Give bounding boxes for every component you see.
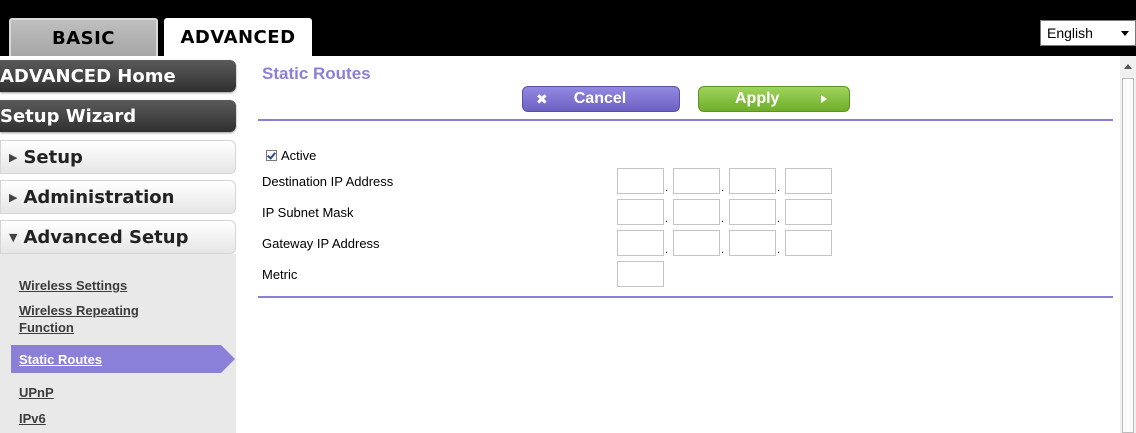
- subnet-mask-octet-4[interactable]: [785, 199, 832, 225]
- divider-top: [258, 119, 1113, 121]
- scrollbar-thumb[interactable]: [1122, 78, 1134, 433]
- sidebar-item-advanced-home[interactable]: ADVANCED Home: [0, 60, 236, 92]
- subnet-mask-octet-2[interactable]: [673, 199, 720, 225]
- subnet-mask-octet-1[interactable]: [617, 199, 664, 225]
- submenu-link-ipv6[interactable]: IPv6: [19, 411, 46, 426]
- destination-ip-octet-1[interactable]: [617, 168, 664, 194]
- submenu-link-wireless-settings[interactable]: Wireless Settings: [19, 278, 127, 293]
- arrow-right-icon: [821, 95, 827, 103]
- sidebar-item-label: Administration: [23, 186, 175, 208]
- ip-separator: .: [665, 182, 669, 194]
- active-row: Active: [266, 147, 316, 163]
- ip-separator: .: [721, 244, 725, 256]
- sidebar-item-label: ADVANCED Home: [0, 65, 176, 87]
- scrollbar[interactable]: [1120, 56, 1136, 433]
- subnet-mask-label: IP Subnet Mask: [262, 205, 354, 220]
- metric-input[interactable]: [617, 261, 664, 287]
- triangle-right-icon: ▶: [9, 190, 18, 204]
- main-content: Static Routes ✖ Cancel Apply Active Dest…: [258, 56, 1120, 433]
- metric-label: Metric: [262, 267, 298, 282]
- gateway-ip-octet-2[interactable]: [673, 230, 720, 256]
- ip-separator: .: [721, 213, 725, 225]
- submenu-link-static-routes[interactable]: Static Routes: [19, 352, 102, 367]
- submenu-link-upnp[interactable]: UPnP: [19, 385, 54, 400]
- language-select[interactable]: English: [1040, 20, 1136, 46]
- gateway-ip-octet-1[interactable]: [617, 230, 664, 256]
- apply-button-label: Apply: [735, 90, 780, 107]
- cancel-button[interactable]: ✖ Cancel: [522, 86, 680, 112]
- cancel-button-label: Cancel: [573, 90, 627, 107]
- top-navigation-bar: BASIC ADVANCED English: [0, 0, 1136, 56]
- triangle-right-icon: ▶: [9, 150, 18, 164]
- chevron-down-icon: [1121, 31, 1129, 36]
- apply-button[interactable]: Apply: [698, 86, 850, 112]
- active-item-arrow: [221, 345, 235, 373]
- sidebar: ADVANCED Home Setup Wizard ▶ Setup ▶ Adm…: [0, 56, 258, 433]
- gateway-ip-octet-4[interactable]: [785, 230, 832, 256]
- tab-advanced[interactable]: ADVANCED: [164, 18, 312, 56]
- destination-ip-label: Destination IP Address: [262, 174, 394, 189]
- divider-bottom: [258, 296, 1113, 298]
- destination-ip-octet-2[interactable]: [673, 168, 720, 194]
- page-title: Static Routes: [262, 64, 371, 83]
- subnet-mask-octet-3[interactable]: [729, 199, 776, 225]
- active-checkbox[interactable]: [266, 149, 277, 161]
- gateway-ip-octet-3[interactable]: [729, 230, 776, 256]
- destination-ip-octet-4[interactable]: [785, 168, 832, 194]
- submenu-link-wireless-repeating-function[interactable]: Function: [19, 320, 74, 335]
- ip-separator: .: [665, 213, 669, 225]
- ip-separator: .: [665, 244, 669, 256]
- ip-separator: .: [721, 182, 725, 194]
- sidebar-item-advanced-setup[interactable]: ▼ Advanced Setup: [0, 220, 236, 254]
- destination-ip-octet-3[interactable]: [729, 168, 776, 194]
- scroll-up-arrow-icon[interactable]: [1124, 64, 1132, 69]
- active-label: Active: [281, 147, 317, 163]
- sidebar-item-administration[interactable]: ▶ Administration: [0, 180, 236, 214]
- sidebar-item-setup[interactable]: ▶ Setup: [0, 140, 236, 174]
- submenu-item-static-routes-active[interactable]: Static Routes: [0, 345, 237, 373]
- sidebar-item-label: Advanced Setup: [23, 226, 189, 248]
- sidebar-item-label: Setup: [23, 146, 83, 168]
- close-icon: ✖: [536, 90, 548, 107]
- language-select-value: English: [1047, 25, 1093, 41]
- sidebar-item-label: Setup Wizard: [0, 105, 137, 127]
- triangle-down-icon: ▼: [9, 230, 18, 244]
- ip-separator: .: [777, 244, 781, 256]
- ip-separator: .: [777, 213, 781, 225]
- tab-basic[interactable]: BASIC: [9, 18, 158, 56]
- gateway-ip-label: Gateway IP Address: [262, 236, 380, 251]
- submenu-link-wireless-repeating[interactable]: Wireless Repeating: [19, 303, 139, 318]
- sidebar-item-setup-wizard[interactable]: Setup Wizard: [0, 100, 236, 132]
- ip-separator: .: [777, 182, 781, 194]
